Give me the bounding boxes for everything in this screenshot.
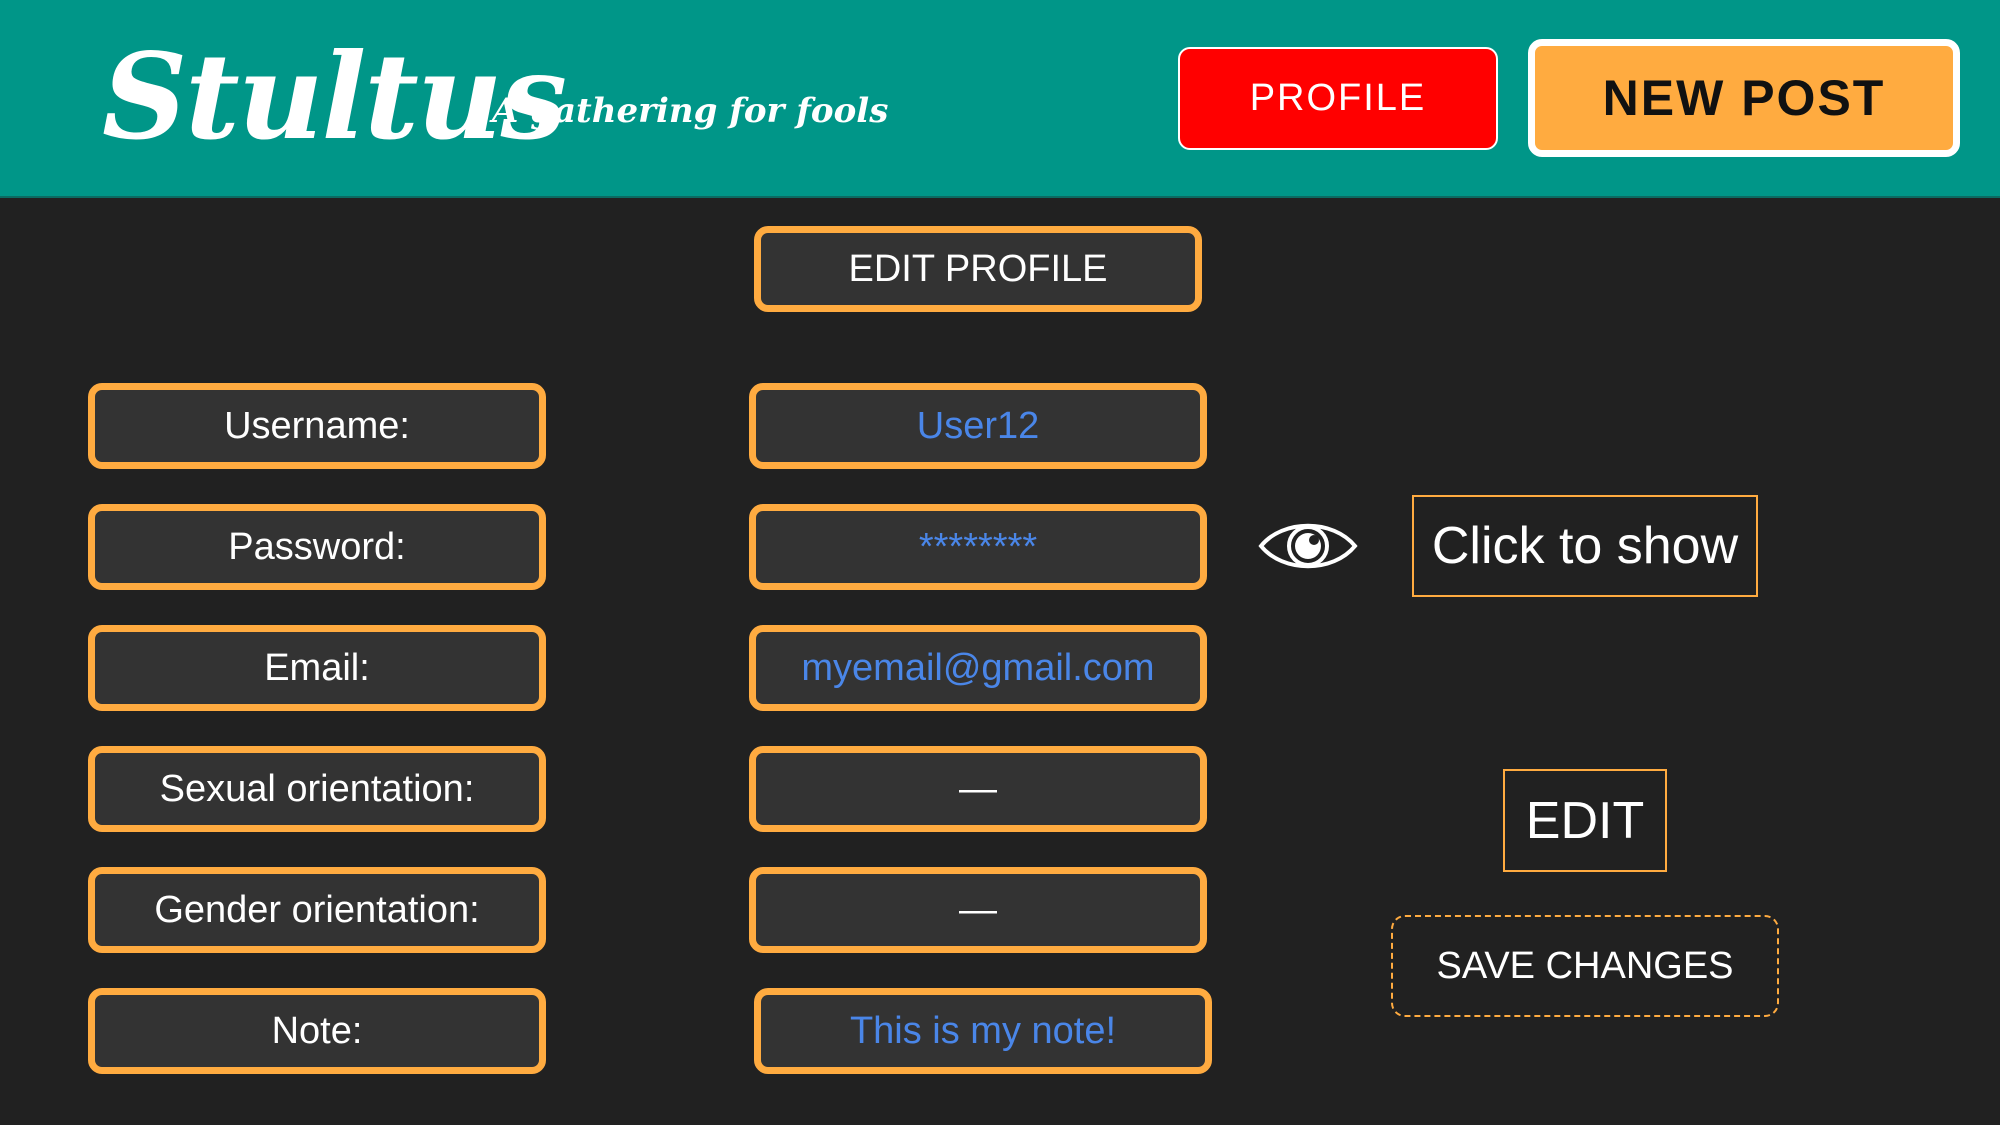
eye-icon[interactable] (1258, 516, 1358, 576)
email-field[interactable]: myemail@gmail.com (749, 625, 1207, 711)
username-field[interactable]: User12 (749, 383, 1207, 469)
edit-profile-button[interactable]: EDIT PROFILE (754, 226, 1202, 312)
gender-orientation-field[interactable]: — (749, 867, 1207, 953)
show-password-button[interactable]: Click to show (1412, 495, 1758, 597)
app-header: Stultus A gathering for fools PROFILE NE… (0, 0, 2000, 198)
app-tagline: A gathering for fools (492, 91, 889, 131)
note-field[interactable]: This is my note! (754, 988, 1212, 1074)
edit-button[interactable]: EDIT (1503, 769, 1667, 872)
profile-button[interactable]: PROFILE (1178, 47, 1498, 150)
save-changes-button[interactable]: SAVE CHANGES (1391, 915, 1779, 1017)
password-field[interactable]: ******** (749, 504, 1207, 590)
password-label: Password: (88, 504, 546, 590)
sexual-orientation-field[interactable]: — (749, 746, 1207, 832)
email-label: Email: (88, 625, 546, 711)
note-label: Note: (88, 988, 546, 1074)
new-post-button[interactable]: NEW POST (1528, 39, 1960, 157)
gender-orientation-label: Gender orientation: (88, 867, 546, 953)
sexual-orientation-label: Sexual orientation: (88, 746, 546, 832)
username-label: Username: (88, 383, 546, 469)
